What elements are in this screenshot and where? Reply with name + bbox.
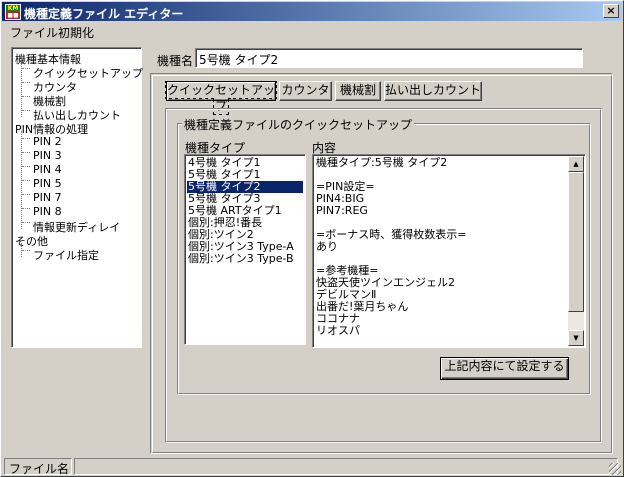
tree-item-pin-5[interactable]: PIN 5 [33, 177, 62, 190]
type-listbox[interactable]: 4号機 タイプ1 5号機 タイプ1 5号機 タイプ2 5号機 タイプ3 5号機 … [184, 154, 306, 345]
memo-line: あり [316, 240, 338, 253]
tree-connector [22, 110, 30, 111]
memo-line: リオスパ [316, 324, 360, 337]
app-icon-bottom: ■■ [6, 12, 20, 19]
menu-bar: ファイル 初期化 [2, 22, 622, 40]
tab-counter[interactable]: カウンタ [279, 81, 332, 101]
tree-connector [22, 96, 30, 97]
tree-item-pin-7[interactable]: PIN 7 [33, 191, 62, 204]
tree-connector [22, 222, 30, 223]
app-icon: KM ■■ [5, 4, 21, 20]
main-window: KM ■■ 機種定義ファイル エディター × ファイル 初期化 機種基本情報 ク… [0, 0, 624, 477]
title-bar[interactable]: KM ■■ 機種定義ファイル エディター × [2, 2, 622, 21]
tab-machine-rate[interactable]: 機械割 [335, 81, 381, 101]
tree-connector [22, 138, 30, 139]
memo-line: PIN7:REG [316, 204, 368, 217]
tab-quick-setup[interactable]: クイックセットアップ [164, 81, 278, 115]
resize-grip[interactable] [609, 463, 621, 475]
status-bar: ファイル名 [2, 457, 622, 476]
chevron-down-icon: ▼ [573, 334, 579, 342]
chevron-up-icon: ▲ [573, 160, 579, 168]
tree-connector [22, 68, 30, 69]
tree-connector [22, 166, 30, 167]
tree-item-pin-3[interactable]: PIN 3 [33, 149, 62, 162]
tree-connector [22, 152, 30, 153]
model-name-input[interactable]: 5号機 タイプ2 [195, 48, 583, 68]
menu-initialize[interactable]: 初期化 [58, 24, 94, 41]
close-icon: × [606, 4, 616, 17]
memo-scrollbar[interactable]: ▲ ▼ [568, 156, 584, 346]
memo-line: =ボーナス時、獲得枚数表示= [316, 228, 467, 241]
status-filename-value [74, 458, 618, 475]
tree-item-pin-2[interactable]: PIN 2 [33, 135, 62, 148]
tree-item-file-select[interactable]: ファイル指定 [33, 247, 99, 263]
menu-file[interactable]: ファイル [10, 24, 58, 41]
tab-payout-count[interactable]: 払い出しカウント [384, 81, 482, 101]
tree-connector [22, 250, 30, 251]
scroll-down-button[interactable]: ▼ [568, 330, 584, 346]
tree-item-pin-8[interactable]: PIN 8 [33, 205, 62, 218]
scroll-thumb[interactable] [568, 172, 584, 312]
tab-counter-label: カウンタ [281, 83, 330, 97]
window-title: 機種定義ファイル エディター [24, 7, 184, 21]
apply-settings-button[interactable]: 上記内容にて設定する [440, 357, 569, 380]
content-memo[interactable]: 機種タイプ:5号機 タイプ2 =PIN設定= PIN4:BIG PIN7:REG… [312, 154, 586, 348]
settings-tree[interactable]: 機種基本情報 クイックセットアップ カウンタ 機械割 払い出しカウント PIN情… [11, 47, 143, 348]
list-item[interactable]: 個別:ツイン3 Type-B [187, 253, 294, 265]
quick-setup-group-title: 機種定義ファイルのクイックセットアップ [182, 116, 415, 133]
tree-item-pin-4[interactable]: PIN 4 [33, 163, 62, 176]
tree-connector [22, 82, 30, 83]
tree-connector [22, 180, 30, 181]
close-button[interactable]: × [603, 4, 619, 18]
status-filename-label: ファイル名 [4, 458, 72, 476]
model-name-label: 機種名 [157, 54, 194, 68]
tree-connector [22, 208, 30, 209]
memo-line: 機種タイプ:5号機 タイプ2 [316, 156, 448, 169]
app-icon-top: KM [7, 5, 19, 12]
tab-machine-rate-label: 機械割 [339, 83, 376, 97]
tree-connector [22, 194, 30, 195]
tab-payout-count-label: 払い出しカウント [385, 83, 482, 97]
tree-connector [21, 61, 22, 117]
scroll-up-button[interactable]: ▲ [568, 156, 584, 172]
